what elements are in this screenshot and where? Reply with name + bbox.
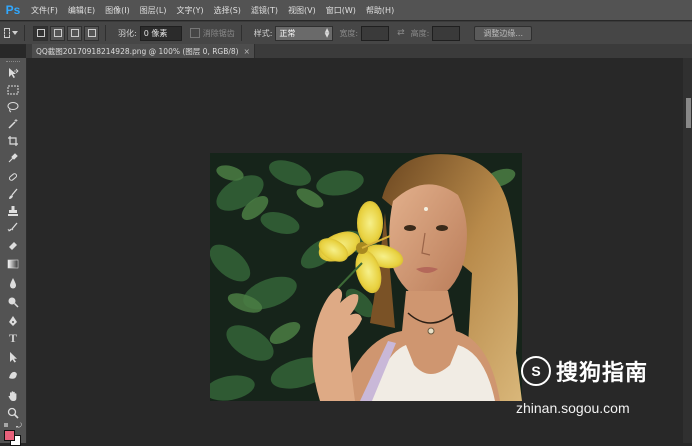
- document-tab-title: QQ截图20170918214928.png @ 100% (图层 0, RGB…: [36, 46, 239, 56]
- tools-panel: T ⤾: [0, 58, 27, 446]
- hand-icon[interactable]: [3, 389, 23, 403]
- path-selection-icon[interactable]: [3, 350, 23, 364]
- eraser-icon[interactable]: [3, 238, 23, 252]
- divider: [240, 25, 242, 41]
- panel-dock-strip: [683, 58, 692, 443]
- intersect-selection-button[interactable]: [84, 25, 99, 41]
- menu-layer[interactable]: 图层(L): [135, 5, 172, 16]
- tool-preset-picker[interactable]: [4, 26, 18, 40]
- feather-label: 羽化:: [118, 28, 137, 38]
- feather-input[interactable]: 0 像素: [139, 25, 182, 41]
- document-canvas[interactable]: [210, 153, 522, 401]
- crop-icon[interactable]: [3, 134, 23, 148]
- menu-file[interactable]: 文件(F): [26, 5, 63, 16]
- options-bar: 羽化: 0 像素 消除锯齿 样式: 正常 ▲ ▼ 宽度: ⇄ 高度: 调整边缘..…: [0, 21, 692, 45]
- swap-colors-icon[interactable]: ⤾: [16, 422, 22, 431]
- menu-filter[interactable]: 滤镜(T): [246, 5, 283, 16]
- add-selection-icon: [53, 29, 62, 37]
- style-select-value: 正常: [279, 28, 296, 38]
- pen-icon[interactable]: [3, 314, 23, 328]
- subtract-from-selection-button[interactable]: [67, 25, 82, 41]
- close-icon[interactable]: ×: [244, 47, 250, 56]
- style-select[interactable]: 正常 ▲ ▼: [275, 25, 334, 41]
- antialias-checkbox[interactable]: [189, 28, 200, 38]
- document-tab-bar: QQ截图20170918214928.png @ 100% (图层 0, RGB…: [26, 44, 692, 58]
- updown-arrows-icon: ▲ ▼: [324, 27, 330, 39]
- height-label: 高度:: [410, 28, 430, 38]
- width-input[interactable]: [361, 25, 390, 41]
- menu-view[interactable]: 视图(V): [283, 5, 321, 16]
- swap-width-height-icon[interactable]: ⇄: [397, 28, 405, 38]
- gradient-icon[interactable]: [3, 257, 23, 271]
- menu-help[interactable]: 帮助(H): [361, 5, 399, 16]
- type-icon[interactable]: T: [3, 331, 23, 345]
- height-input[interactable]: [432, 25, 461, 41]
- chevron-down-icon: [12, 31, 18, 35]
- intersect-selection-icon: [87, 29, 96, 37]
- subtract-selection-icon: [70, 29, 79, 37]
- lasso-icon[interactable]: [3, 100, 23, 114]
- menu-select[interactable]: 选择(S): [209, 5, 246, 16]
- panel-grip[interactable]: [6, 61, 20, 64]
- sogou-logo-icon: S: [521, 356, 551, 386]
- magic-wand-icon[interactable]: [3, 117, 23, 131]
- clone-stamp-icon[interactable]: [3, 204, 23, 218]
- new-selection-button[interactable]: [33, 25, 48, 41]
- history-brush-icon[interactable]: [3, 221, 23, 235]
- refine-edge-button[interactable]: 调整边缘...: [474, 25, 532, 41]
- default-colors-icon[interactable]: [4, 423, 8, 427]
- watermark-url: zhinan.sogou.com: [516, 400, 630, 416]
- dodge-icon[interactable]: [3, 295, 23, 309]
- divider: [105, 25, 106, 41]
- menu-image[interactable]: 图像(I): [100, 5, 135, 16]
- move-tool-icon[interactable]: [3, 66, 23, 80]
- sogou-watermark: S 搜狗指南: [521, 355, 648, 387]
- blur-icon[interactable]: [3, 276, 23, 290]
- divider: [24, 25, 25, 41]
- style-label: 样式:: [253, 28, 273, 38]
- brush-icon[interactable]: [3, 187, 23, 201]
- foreground-color-swatch[interactable]: [4, 430, 15, 441]
- photo-woman-with-yellow-flower: [210, 153, 522, 401]
- watermark-brand: 搜狗指南: [556, 361, 649, 386]
- spot-healing-icon[interactable]: [3, 170, 23, 184]
- menu-type[interactable]: 文字(Y): [171, 5, 208, 16]
- width-label: 宽度:: [339, 28, 359, 38]
- menu-edit[interactable]: 编辑(E): [63, 5, 100, 16]
- rectangular-marquee-icon: [4, 28, 10, 38]
- photoshop-logo: Ps: [5, 3, 21, 17]
- rectangular-marquee-icon[interactable]: [3, 83, 23, 97]
- zoom-icon[interactable]: [3, 406, 23, 420]
- new-selection-icon: [36, 29, 45, 37]
- antialias-label: 消除锯齿: [202, 28, 235, 38]
- eyedropper-icon[interactable]: [3, 151, 23, 165]
- scrollbar-thumb[interactable]: [686, 98, 691, 128]
- menu-window[interactable]: 窗口(W): [321, 5, 361, 16]
- custom-shape-icon[interactable]: [3, 368, 23, 382]
- add-to-selection-button[interactable]: [50, 25, 65, 41]
- menu-bar: Ps 文件(F) 编辑(E) 图像(I) 图层(L) 文字(Y) 选择(S) 滤…: [0, 0, 692, 20]
- document-tab[interactable]: QQ截图20170918214928.png @ 100% (图层 0, RGB…: [32, 44, 255, 58]
